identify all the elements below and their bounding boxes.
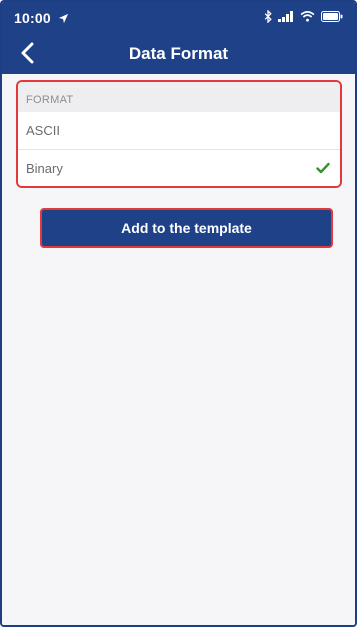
format-option-label: ASCII [26, 123, 60, 138]
bluetooth-icon [264, 10, 272, 23]
checkmark-icon [316, 162, 330, 174]
format-section: FORMAT ASCII Binary [16, 80, 342, 188]
wifi-icon [300, 11, 315, 22]
format-option-ascii[interactable]: ASCII [18, 112, 340, 150]
page-title: Data Format [128, 44, 229, 63]
signal-bars-icon [278, 11, 293, 22]
section-header-format: FORMAT [18, 82, 340, 112]
format-option-binary[interactable]: Binary [18, 150, 340, 186]
location-arrow-icon [58, 13, 68, 24]
phone-screen: 10:00 Data Format FORMAT ASCII Binary Ad… [0, 0, 357, 627]
status-time: 10:00 [14, 10, 69, 26]
app-frame: 10:00 Data Format FORMAT ASCII Binary Ad… [0, 0, 357, 627]
content-area: FORMAT ASCII Binary Add to the template [2, 74, 355, 625]
add-to-template-button[interactable]: Add to the template [40, 208, 333, 248]
battery-icon [321, 11, 343, 22]
format-option-label: Binary [26, 161, 63, 176]
status-time-text: 10:00 [14, 10, 51, 26]
navigation-bar: Data Format [2, 32, 355, 74]
add-to-template-label: Add to the template [121, 220, 252, 236]
status-bar: 10:00 [2, 2, 355, 32]
status-icons [264, 10, 343, 23]
